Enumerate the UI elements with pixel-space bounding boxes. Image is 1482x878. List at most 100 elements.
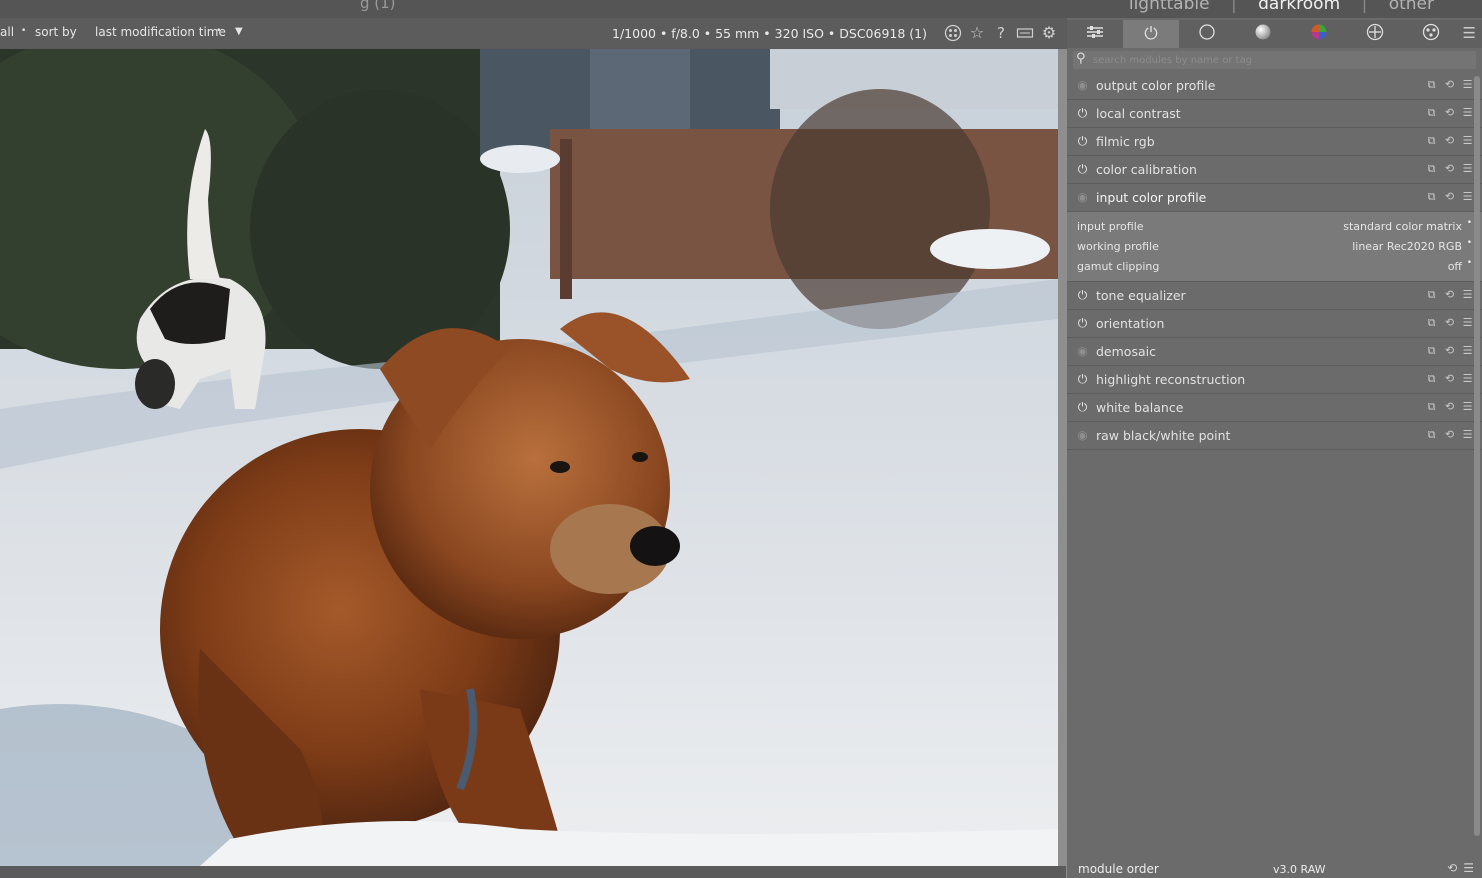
param-label: input profile: [1077, 220, 1144, 233]
reset-icon[interactable]: ⟲: [1443, 316, 1456, 330]
power-icon[interactable]: ⏻: [1076, 289, 1089, 302]
module-local-contrast[interactable]: ⏻ local contrast ⧉ ⟲ ☰: [1067, 100, 1482, 128]
tab-effect[interactable]: [1403, 20, 1459, 48]
filter-toolbar: all • sort by last modification time • ▼…: [0, 18, 1066, 48]
reset-icon[interactable]: ⟲: [1443, 428, 1456, 442]
multi-instance-icon[interactable]: ⧉: [1425, 106, 1438, 120]
bottom-filmstrip-bar: [0, 866, 1066, 878]
module-raw-black-white-point[interactable]: ◉ raw black/white point ⧉ ⟲ ☰: [1067, 422, 1482, 450]
multi-instance-icon[interactable]: ⧉: [1425, 316, 1438, 330]
module-order-value[interactable]: v3.0 RAW: [1273, 863, 1326, 876]
header-fragment: g (1): [360, 0, 396, 12]
shortcuts-icon[interactable]: [1016, 24, 1034, 42]
presets-icon[interactable]: ☰: [1461, 162, 1474, 176]
filter-all[interactable]: all: [0, 25, 14, 39]
multi-instance-icon[interactable]: ⧉: [1425, 78, 1438, 92]
presets-icon[interactable]: ☰: [1461, 372, 1474, 386]
sort-dropdown-icon[interactable]: •: [216, 26, 221, 36]
filter-dropdown-icon[interactable]: •: [21, 26, 26, 36]
presets-icon[interactable]: ☰: [1461, 106, 1474, 120]
module-white-balance[interactable]: ⏻ white balance ⧉ ⟲ ☰: [1067, 394, 1482, 422]
reset-icon[interactable]: ⟲: [1443, 78, 1456, 92]
param-label: working profile: [1077, 240, 1159, 253]
always-on-icon: ◉: [1077, 190, 1088, 204]
presets-icon[interactable]: ☰: [1461, 78, 1474, 92]
reset-icon[interactable]: ⟲: [1443, 288, 1456, 302]
module-input-color-profile[interactable]: ◉ input color profile ⧉ ⟲ ☰: [1067, 184, 1482, 212]
grouping-icon[interactable]: [944, 24, 962, 42]
reset-icon[interactable]: ⟲: [1443, 162, 1456, 176]
power-icon: ⏻: [1144, 24, 1158, 44]
multi-instance-icon[interactable]: ⧉: [1425, 190, 1438, 204]
param-input-profile[interactable]: input profile standard color matrix •: [1077, 218, 1472, 236]
presets-icon[interactable]: ☰: [1461, 344, 1474, 358]
presets-icon[interactable]: ☰: [1461, 190, 1474, 204]
sphere-icon: [1254, 23, 1272, 46]
reset-icon[interactable]: ⟲: [1443, 106, 1456, 120]
reset-icon[interactable]: ⟲: [1447, 861, 1457, 875]
multi-instance-icon[interactable]: ⧉: [1425, 400, 1438, 414]
view-separator: |: [1230, 0, 1237, 14]
presets-icon[interactable]: ☰: [1461, 428, 1474, 442]
help-icon[interactable]: ?: [992, 24, 1010, 42]
power-icon[interactable]: ⏻: [1076, 107, 1089, 120]
view-lighttable[interactable]: lighttable: [1129, 0, 1210, 14]
reset-icon[interactable]: ⟲: [1443, 400, 1456, 414]
presets-icon[interactable]: ☰: [1461, 288, 1474, 302]
module-color-calibration[interactable]: ⏻ color calibration ⧉ ⟲ ☰: [1067, 156, 1482, 184]
presets-icon[interactable]: ☰: [1461, 316, 1474, 330]
sort-select[interactable]: last modification time: [95, 25, 226, 39]
power-icon[interactable]: ⏻: [1076, 163, 1089, 176]
module-panel: ⏻ ☰ ⚲ search modules by name or tag ◉ ou…: [1067, 18, 1482, 878]
reset-icon[interactable]: ⟲: [1443, 344, 1456, 358]
reset-icon[interactable]: ⟲: [1443, 134, 1456, 148]
module-tone-equalizer[interactable]: ⏻ tone equalizer ⧉ ⟲ ☰: [1067, 282, 1482, 310]
power-icon[interactable]: ⏻: [1076, 135, 1089, 148]
module-name: color calibration: [1096, 162, 1197, 177]
image-canvas[interactable]: [0, 49, 1058, 866]
presets-menu-icon[interactable]: ☰: [1463, 24, 1476, 42]
tab-tone[interactable]: [1235, 20, 1291, 48]
view-other[interactable]: other: [1389, 0, 1434, 14]
multi-instance-icon[interactable]: ⧉: [1425, 428, 1438, 442]
tab-active-modules[interactable]: ⏻: [1123, 20, 1179, 48]
multi-instance-icon[interactable]: ⧉: [1425, 134, 1438, 148]
star-icon[interactable]: ☆: [968, 24, 986, 42]
sort-direction-icon[interactable]: ▼: [235, 26, 243, 37]
view-switcher: lighttable | darkroom | other: [1121, 0, 1442, 14]
presets-icon[interactable]: ☰: [1461, 134, 1474, 148]
power-icon[interactable]: ⏻: [1076, 401, 1089, 414]
search-input[interactable]: [1093, 52, 1468, 68]
view-darkroom[interactable]: darkroom: [1258, 0, 1340, 14]
module-filmic-rgb[interactable]: ⏻ filmic rgb ⧉ ⟲ ☰: [1067, 128, 1482, 156]
module-name: tone equalizer: [1096, 288, 1186, 303]
tab-correct[interactable]: [1347, 20, 1403, 48]
photo-preview: [0, 49, 1058, 866]
reset-icon[interactable]: ⟲: [1443, 372, 1456, 386]
circle-icon: [1198, 23, 1216, 46]
module-orientation[interactable]: ⏻ orientation ⧉ ⟲ ☰: [1067, 310, 1482, 338]
tab-base[interactable]: [1179, 20, 1235, 48]
panel-scrollbar[interactable]: [1474, 76, 1480, 836]
multi-instance-icon[interactable]: ⧉: [1425, 344, 1438, 358]
multi-instance-icon[interactable]: ⧉: [1425, 162, 1438, 176]
multi-instance-icon[interactable]: ⧉: [1425, 288, 1438, 302]
tab-quick-access[interactable]: [1067, 20, 1123, 48]
panel-separator[interactable]: [1058, 49, 1067, 878]
module-demosaic[interactable]: ◉ demosaic ⧉ ⟲ ☰: [1067, 338, 1482, 366]
power-icon[interactable]: ⏻: [1076, 373, 1089, 386]
tab-color[interactable]: [1291, 20, 1347, 48]
toolbar-icons: ☆ ? ⚙: [944, 22, 1058, 44]
presets-icon[interactable]: ☰: [1463, 861, 1474, 875]
module-name: input color profile: [1096, 190, 1207, 205]
param-working-profile[interactable]: working profile linear Rec2020 RGB •: [1077, 238, 1472, 256]
presets-icon[interactable]: ☰: [1461, 400, 1474, 414]
module-output-color-profile[interactable]: ◉ output color profile ⧉ ⟲ ☰: [1067, 72, 1482, 100]
multi-instance-icon[interactable]: ⧉: [1425, 372, 1438, 386]
param-gamut-clipping[interactable]: gamut clipping off •: [1077, 258, 1472, 276]
gear-icon[interactable]: ⚙: [1040, 24, 1058, 42]
module-highlight-reconstruction[interactable]: ⏻ highlight reconstruction ⧉ ⟲ ☰: [1067, 366, 1482, 394]
reset-icon[interactable]: ⟲: [1443, 190, 1456, 204]
sliders-icon: [1085, 24, 1105, 45]
power-icon[interactable]: ⏻: [1076, 317, 1089, 330]
